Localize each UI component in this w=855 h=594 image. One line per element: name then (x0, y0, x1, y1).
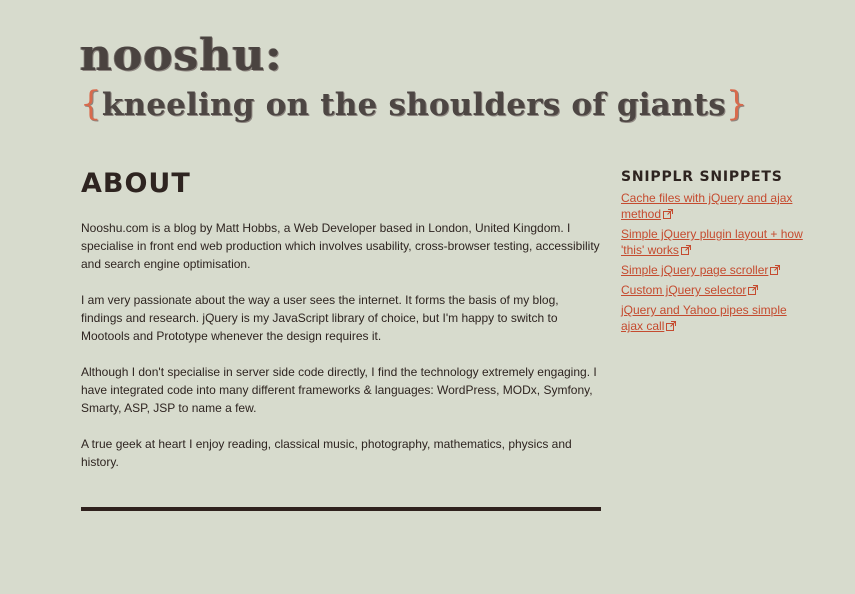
content-divider (81, 507, 601, 511)
external-link-icon (666, 321, 677, 331)
site-title[interactable]: nooshu: (80, 34, 800, 78)
about-paragraph: A true geek at heart I enjoy reading, cl… (81, 437, 572, 469)
sidebar: SNIPPLR SNIPPETS Cache files with jQuery… (621, 168, 806, 338)
page-title: ABOUT (81, 168, 191, 199)
snippet-link[interactable]: Simple jQuery page scroller (621, 263, 768, 277)
tagline-text: kneeling on the shoulders of giants (101, 87, 726, 123)
external-link-icon (680, 245, 691, 255)
about-paragraph: Nooshu.com is a blog by Matt Hobbs, a We… (81, 221, 600, 271)
site-header: nooshu: {kneeling on the shoulders of gi… (80, 34, 800, 125)
list-item: Simple jQuery page scroller (621, 262, 806, 278)
external-link-icon (663, 209, 674, 219)
snippet-link[interactable]: Simple jQuery plugin layout + how 'this'… (621, 227, 803, 257)
snippet-link-label: jQuery and Yahoo pipes simple ajax call (621, 303, 787, 333)
about-paragraph: I am very passionate about the way a use… (81, 293, 559, 343)
snippet-link[interactable]: Cache files with jQuery and ajax method (621, 191, 792, 221)
about-paragraph: Although I don't specialise in server si… (81, 365, 597, 415)
snippet-link-label: Simple jQuery plugin layout + how 'this'… (621, 227, 803, 257)
tagline-open-brace: { (80, 84, 102, 124)
site-tagline: {kneeling on the shoulders of giants} (80, 84, 800, 125)
snippet-link-label: Cache files with jQuery and ajax method (621, 191, 793, 221)
list-item: Cache files with jQuery and ajax method (621, 190, 806, 222)
external-link-icon (748, 285, 759, 295)
snippet-link[interactable]: jQuery and Yahoo pipes simple ajax call (621, 303, 787, 333)
main-content: ABOUT Nooshu.com is a blog by Matt Hobbs… (81, 167, 601, 489)
snippet-link[interactable]: Custom jQuery selector (621, 283, 746, 297)
tagline-close-brace: } (725, 84, 748, 124)
sidebar-heading: SNIPPLR SNIPPETS (621, 169, 783, 185)
list-item: jQuery and Yahoo pipes simple ajax call (621, 302, 806, 334)
snippet-link-label: Simple jQuery page scroller (621, 263, 769, 277)
list-item: Custom jQuery selector (621, 282, 806, 298)
about-text: Nooshu.com is a blog by Matt Hobbs, a We… (81, 219, 601, 471)
list-item: Simple jQuery plugin layout + how 'this'… (621, 226, 806, 258)
snippets-list: Cache files with jQuery and ajax method … (621, 190, 806, 334)
external-link-icon (770, 265, 781, 275)
snippet-link-label: Custom jQuery selector (621, 283, 747, 297)
